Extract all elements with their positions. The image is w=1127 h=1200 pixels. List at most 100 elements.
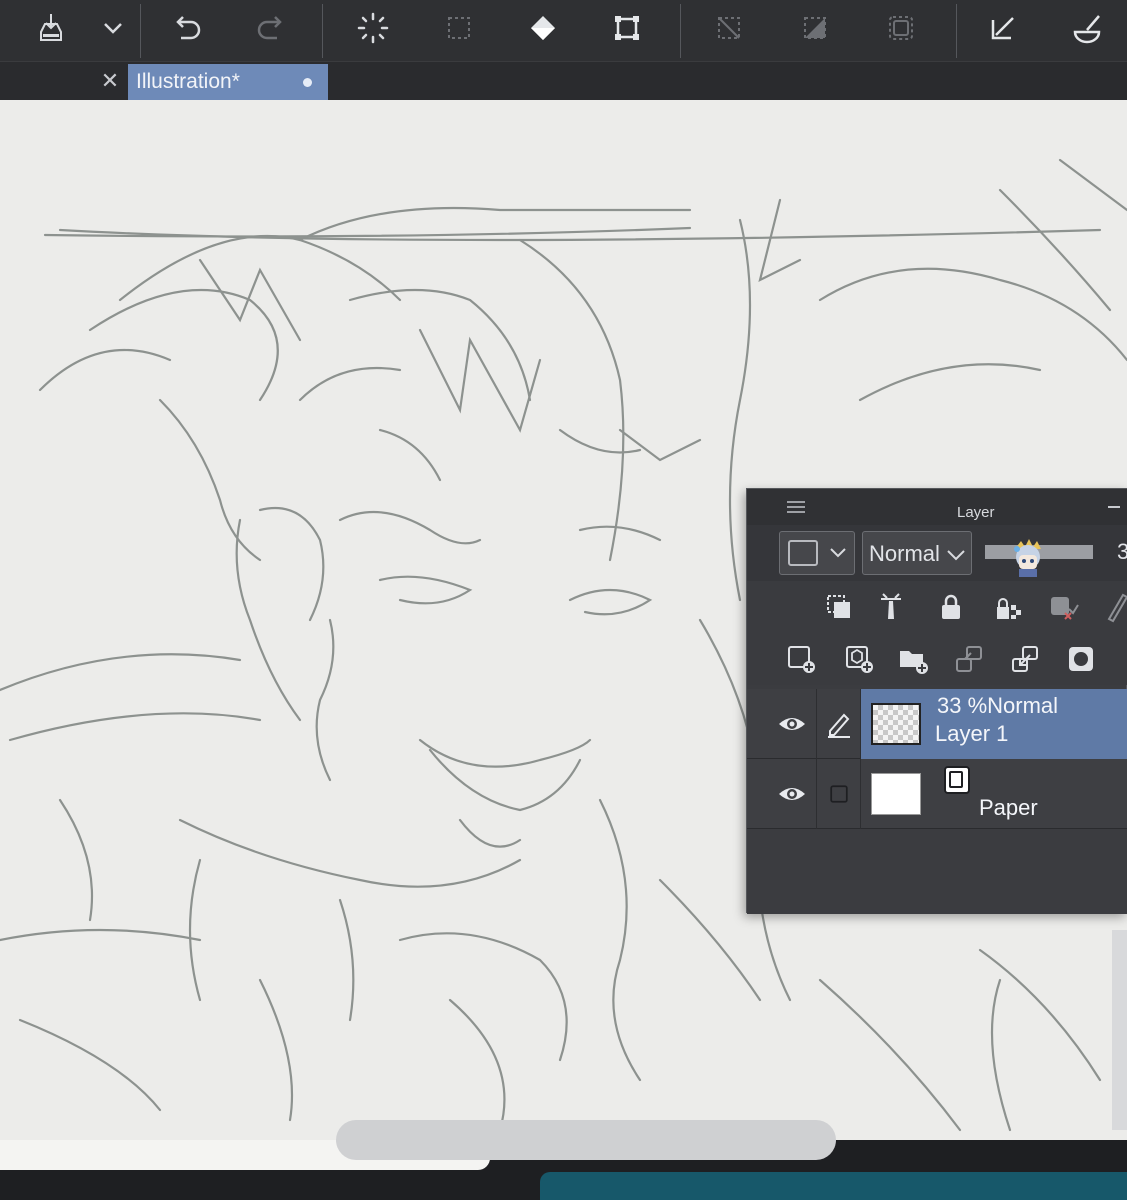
mask-toggle-icon [1051, 597, 1079, 620]
layer-opacity-mode: 33 %Normal [937, 693, 1058, 719]
tab-illustration[interactable]: Illustration* [128, 64, 328, 100]
unsaved-dot-icon [303, 78, 312, 87]
menu-icon[interactable] [785, 499, 807, 515]
edit-target-toggle[interactable] [817, 759, 861, 829]
loading-indicator [346, 6, 400, 50]
layer-action-bar [747, 633, 1127, 685]
lock-button[interactable] [931, 587, 971, 627]
document-tab-bar: ✕ Illustration* [0, 62, 1127, 100]
deselect-button[interactable] [702, 6, 756, 50]
blend-mode-dropdown[interactable]: Normal [862, 531, 972, 575]
redo-button[interactable] [244, 6, 298, 50]
toolbar-divider [322, 4, 323, 58]
pencil-icon [827, 713, 850, 738]
layer-info[interactable]: Paper [861, 759, 1127, 829]
save-button[interactable] [24, 6, 78, 50]
select-all-button[interactable] [432, 6, 486, 50]
horizontal-scrollbar[interactable] [336, 1120, 836, 1160]
toolbar-divider [956, 4, 957, 58]
lock-transparency-button[interactable] [989, 587, 1029, 627]
spinner-icon [357, 12, 389, 44]
layer-color-swatch [788, 540, 818, 566]
reference-layer-icon [881, 593, 901, 619]
layer-opacity: 33 % [937, 693, 988, 718]
chevron-down-icon [830, 548, 846, 558]
layer-name: Paper [979, 795, 1038, 820]
visibility-toggle[interactable] [767, 759, 817, 829]
top-toolbar [0, 0, 1127, 62]
merge-down-button[interactable] [949, 639, 989, 679]
ruler-button[interactable] [1095, 587, 1127, 627]
reference-layer-button[interactable] [871, 587, 911, 627]
eye-icon [778, 718, 805, 730]
redo-icon [257, 16, 282, 40]
layer-thumbnail [871, 703, 921, 745]
selection-border-button[interactable] [874, 6, 928, 50]
undo-button[interactable] [160, 6, 214, 50]
merge-down-icon [956, 646, 982, 672]
layer-color-dropdown[interactable] [779, 531, 855, 575]
layer-panel-header[interactable]: Layer [747, 489, 1127, 525]
checkbox-icon [829, 785, 848, 803]
taskbar-area [540, 1172, 1127, 1200]
layer-panel-title: Layer [957, 504, 995, 521]
invert-selection-icon [804, 17, 826, 39]
selection-icon [448, 17, 470, 39]
arrow-tool-icon [991, 17, 1014, 40]
tab-title: Illustration* [136, 70, 240, 93]
fill-button[interactable] [516, 6, 570, 50]
brush-icon [1073, 15, 1101, 44]
layer-panel: Layer Normal 3 33 %Normal Layer 1 Paper [746, 488, 1127, 914]
new-raster-layer-button[interactable] [781, 639, 821, 679]
edit-target-toggle[interactable] [817, 689, 861, 759]
new-folder-icon [900, 651, 928, 674]
layer-blend-mode: Normal [987, 693, 1059, 718]
mask-icon [1069, 647, 1093, 671]
selection-border-icon [889, 16, 913, 40]
deselect-icon [718, 17, 740, 39]
close-panel-icon[interactable] [1106, 499, 1122, 515]
transfer-button[interactable] [1005, 639, 1045, 679]
layer-row-paper[interactable]: Paper [747, 759, 1127, 829]
layer-row-layer-1[interactable]: 33 %Normal Layer 1 [747, 689, 1127, 759]
visibility-toggle[interactable] [767, 689, 817, 759]
paint-bucket-icon [531, 16, 555, 40]
eye-icon [778, 788, 805, 800]
paper-layer-icon [944, 766, 970, 794]
layer-option-bar [747, 581, 1127, 633]
layer-mask-button[interactable] [1061, 639, 1101, 679]
new-vector-layer-button[interactable] [839, 639, 879, 679]
lock-transparency-icon [997, 598, 1021, 619]
arrow-tool-button[interactable] [976, 6, 1030, 50]
undo-icon [176, 16, 201, 40]
layer-list-empty-area [747, 829, 1127, 914]
save-menu-button[interactable] [86, 6, 140, 50]
close-icon[interactable]: ✕ [96, 68, 124, 96]
save-icon [40, 14, 62, 41]
mascot-sticker-icon [1014, 539, 1041, 577]
chevron-down-icon [104, 23, 122, 34]
chevron-down-icon [947, 550, 965, 561]
layer-name: Layer 1 [935, 721, 1009, 746]
new-folder-button[interactable] [893, 639, 933, 679]
blend-mode-value: Normal [869, 541, 940, 566]
ruler-icon [1107, 593, 1127, 623]
transform-icon [615, 16, 639, 40]
layer-property-bar: Normal 3 [747, 525, 1127, 581]
toolbar-divider [140, 4, 141, 58]
invert-selection-button[interactable] [788, 6, 842, 50]
layer-info[interactable]: 33 %Normal Layer 1 [861, 689, 1127, 759]
transfer-icon [1012, 646, 1038, 672]
clip-button[interactable] [819, 587, 859, 627]
new-raster-layer-icon [788, 646, 815, 673]
clip-icon [827, 595, 850, 618]
brush-tool-button[interactable] [1060, 6, 1114, 50]
lock-icon [942, 594, 960, 619]
vertical-scrollbar[interactable] [1112, 930, 1127, 1130]
mask-toggle-button[interactable] [1043, 587, 1083, 627]
new-vector-layer-icon [846, 646, 873, 673]
transform-button[interactable] [600, 6, 654, 50]
toolbar-divider [680, 4, 681, 58]
layer-thumbnail [871, 773, 921, 815]
opacity-value: 3 [1117, 539, 1127, 564]
